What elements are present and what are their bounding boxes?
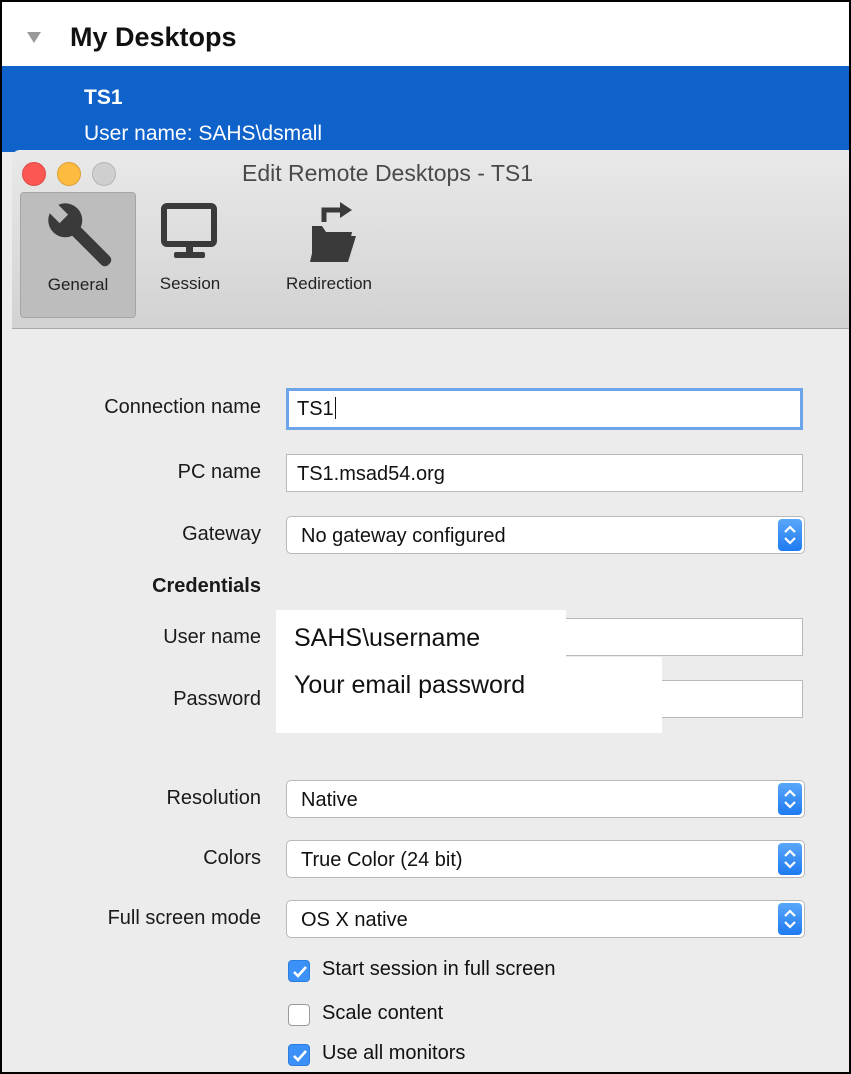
tab-session-label: Session — [159, 274, 221, 293]
colors-select[interactable]: True Color (24 bit) — [286, 840, 805, 878]
minimize-button[interactable] — [57, 162, 81, 186]
chevron-updown-icon — [778, 519, 802, 551]
pc-name-label: PC name — [177, 461, 261, 483]
gateway-value: No gateway configured — [301, 525, 506, 547]
my-desktops-header[interactable]: My Desktops — [2, 2, 849, 66]
desktop-list-item-selected[interactable]: TS1 User name: SAHS\dsmall — [2, 66, 849, 152]
zoom-button[interactable] — [92, 162, 116, 186]
close-button[interactable] — [22, 162, 46, 186]
gateway-select[interactable]: No gateway configured — [286, 516, 805, 554]
password-overlay-note: Your email password — [276, 657, 662, 733]
colors-label: Colors — [203, 847, 261, 869]
gateway-label: Gateway — [182, 523, 261, 545]
window-title: Edit Remote Desktops - TS1 — [242, 160, 534, 186]
tab-redirection-label: Redirection — [286, 274, 372, 293]
tab-session[interactable]: Session — [144, 192, 236, 316]
tab-general-label: General — [47, 275, 109, 294]
use-all-monitors-checkbox[interactable] — [288, 1044, 310, 1066]
edit-remote-desktops-window: Edit Remote Desktops - TS1 General Sessi… — [12, 150, 849, 1072]
wrench-icon — [21, 197, 135, 267]
text-caret — [334, 397, 336, 419]
disclosure-triangle-icon[interactable] — [27, 32, 41, 43]
user-name-overlay-note: SAHS\username — [276, 610, 566, 660]
monitor-icon — [144, 196, 236, 266]
start-full-screen-label: Start session in full screen — [322, 958, 556, 980]
scale-content-label: Scale content — [322, 1002, 444, 1024]
folder-redirect-icon — [264, 196, 394, 266]
password-label: Password — [173, 688, 261, 710]
tab-redirection[interactable]: Redirection — [264, 192, 394, 316]
section-title: My Desktops — [70, 22, 237, 52]
scale-content-checkbox[interactable] — [288, 1004, 310, 1026]
chevron-updown-icon — [778, 903, 802, 935]
full-screen-mode-label: Full screen mode — [107, 907, 261, 929]
credentials-heading: Credentials — [152, 575, 261, 597]
colors-value: True Color (24 bit) — [301, 849, 463, 871]
screenshot-frame: My Desktops TS1 User name: SAHS\dsmall E… — [0, 0, 851, 1074]
resolution-label: Resolution — [166, 787, 261, 809]
resolution-value: Native — [301, 789, 358, 811]
window-toolbar: Edit Remote Desktops - TS1 General Sessi… — [12, 150, 849, 329]
resolution-select[interactable]: Native — [286, 780, 805, 818]
start-full-screen-checkbox[interactable] — [288, 960, 310, 982]
pc-name-value: TS1.msad54.org — [297, 463, 445, 485]
chevron-updown-icon — [778, 843, 802, 875]
chevron-updown-icon — [778, 783, 802, 815]
connection-name-label: Connection name — [104, 396, 261, 418]
tab-general[interactable]: General — [20, 192, 136, 318]
pc-name-field[interactable]: TS1.msad54.org — [286, 454, 803, 492]
full-screen-mode-value: OS X native — [301, 909, 408, 931]
connection-name-value: TS1 — [297, 398, 334, 420]
user-name-label: User name — [163, 626, 261, 648]
desktop-user: User name: SAHS\dsmall — [84, 122, 323, 145]
connection-name-field[interactable]: TS1 — [286, 388, 803, 430]
use-all-monitors-label: Use all monitors — [322, 1042, 466, 1064]
full-screen-mode-select[interactable]: OS X native — [286, 900, 805, 938]
desktop-name: TS1 — [84, 86, 123, 109]
